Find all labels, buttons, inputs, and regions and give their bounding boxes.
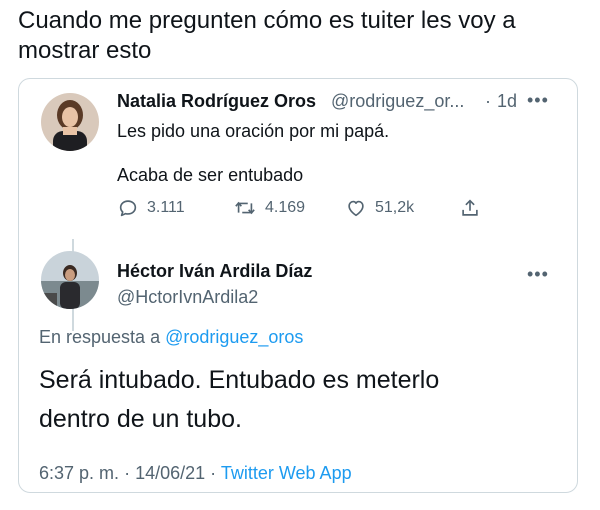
- parent-more-icon[interactable]: •••: [527, 91, 549, 109]
- replying-prefix: En respuesta a: [39, 327, 161, 347]
- reply-source[interactable]: Twitter Web App: [221, 463, 352, 483]
- reply-date[interactable]: 14/06/21: [135, 463, 205, 483]
- replying-to-line: En respuesta a @rodriguez_oros: [39, 327, 303, 348]
- meta-separator-2: ·: [210, 463, 217, 483]
- parent-text-line-1: Les pido una oración por mi papá.: [117, 121, 390, 141]
- hector-avatar[interactable]: [41, 251, 99, 309]
- reply-icon: [119, 200, 137, 217]
- reply-more-icon[interactable]: •••: [527, 265, 549, 283]
- retweet-icon: [235, 201, 255, 215]
- reply-author-handle[interactable]: @HctorIvnArdila2: [117, 287, 258, 308]
- reply-time[interactable]: 6:37 p. m.: [39, 463, 119, 483]
- reply-button[interactable]: 3.111: [117, 197, 185, 219]
- parent-author-handle[interactable]: @rodriguez_or...: [331, 91, 464, 112]
- share-icon: [462, 199, 478, 216]
- meta-separator-1: ·: [124, 463, 131, 483]
- like-icon: [348, 200, 364, 217]
- avatar-photo-icon: [41, 93, 99, 151]
- reply-count: 3.111: [147, 199, 185, 216]
- avatar-photo-icon: [41, 251, 99, 309]
- retweet-button[interactable]: 4.169: [233, 197, 305, 219]
- share-button[interactable]: [459, 197, 481, 219]
- reply-text-line-1: Será intubado. Entubado es meterlo: [39, 366, 440, 394]
- retweet-count: 4.169: [265, 199, 306, 216]
- meme-caption: Cuando me pregunten cómo es tuiter les v…: [18, 6, 578, 66]
- reply-author-name[interactable]: Héctor Iván Ardila Díaz: [117, 261, 312, 282]
- parent-timestamp[interactable]: 1d: [497, 91, 517, 112]
- parent-author-name[interactable]: Natalia Rodríguez Oros: [117, 91, 316, 112]
- caption-line-1: Cuando me pregunten cómo es tuiter les v…: [18, 7, 516, 34]
- replying-to-mention[interactable]: @rodriguez_oros: [165, 327, 303, 347]
- caption-line-2: mostrar esto: [18, 37, 152, 64]
- reply-metadata: 6:37 p. m. · 14/06/21 · Twitter Web App: [39, 463, 352, 484]
- like-button[interactable]: 51,2k: [345, 197, 414, 219]
- parent-separator: ·: [485, 91, 491, 111]
- embedded-tweet-card[interactable]: Natalia Rodríguez Oros @rodriguez_or... …: [18, 78, 578, 493]
- meme-screenshot: Cuando me pregunten cómo es tuiter les v…: [0, 0, 600, 510]
- reply-text-line-2: dentro de un tubo.: [39, 405, 242, 433]
- natalia-avatar[interactable]: [41, 93, 99, 151]
- parent-text-line-2: Acaba de ser entubado: [117, 165, 304, 185]
- like-count: 51,2k: [375, 199, 415, 216]
- reply-tweet-body: Será intubado. Entubado es meterlo dentr…: [39, 361, 539, 439]
